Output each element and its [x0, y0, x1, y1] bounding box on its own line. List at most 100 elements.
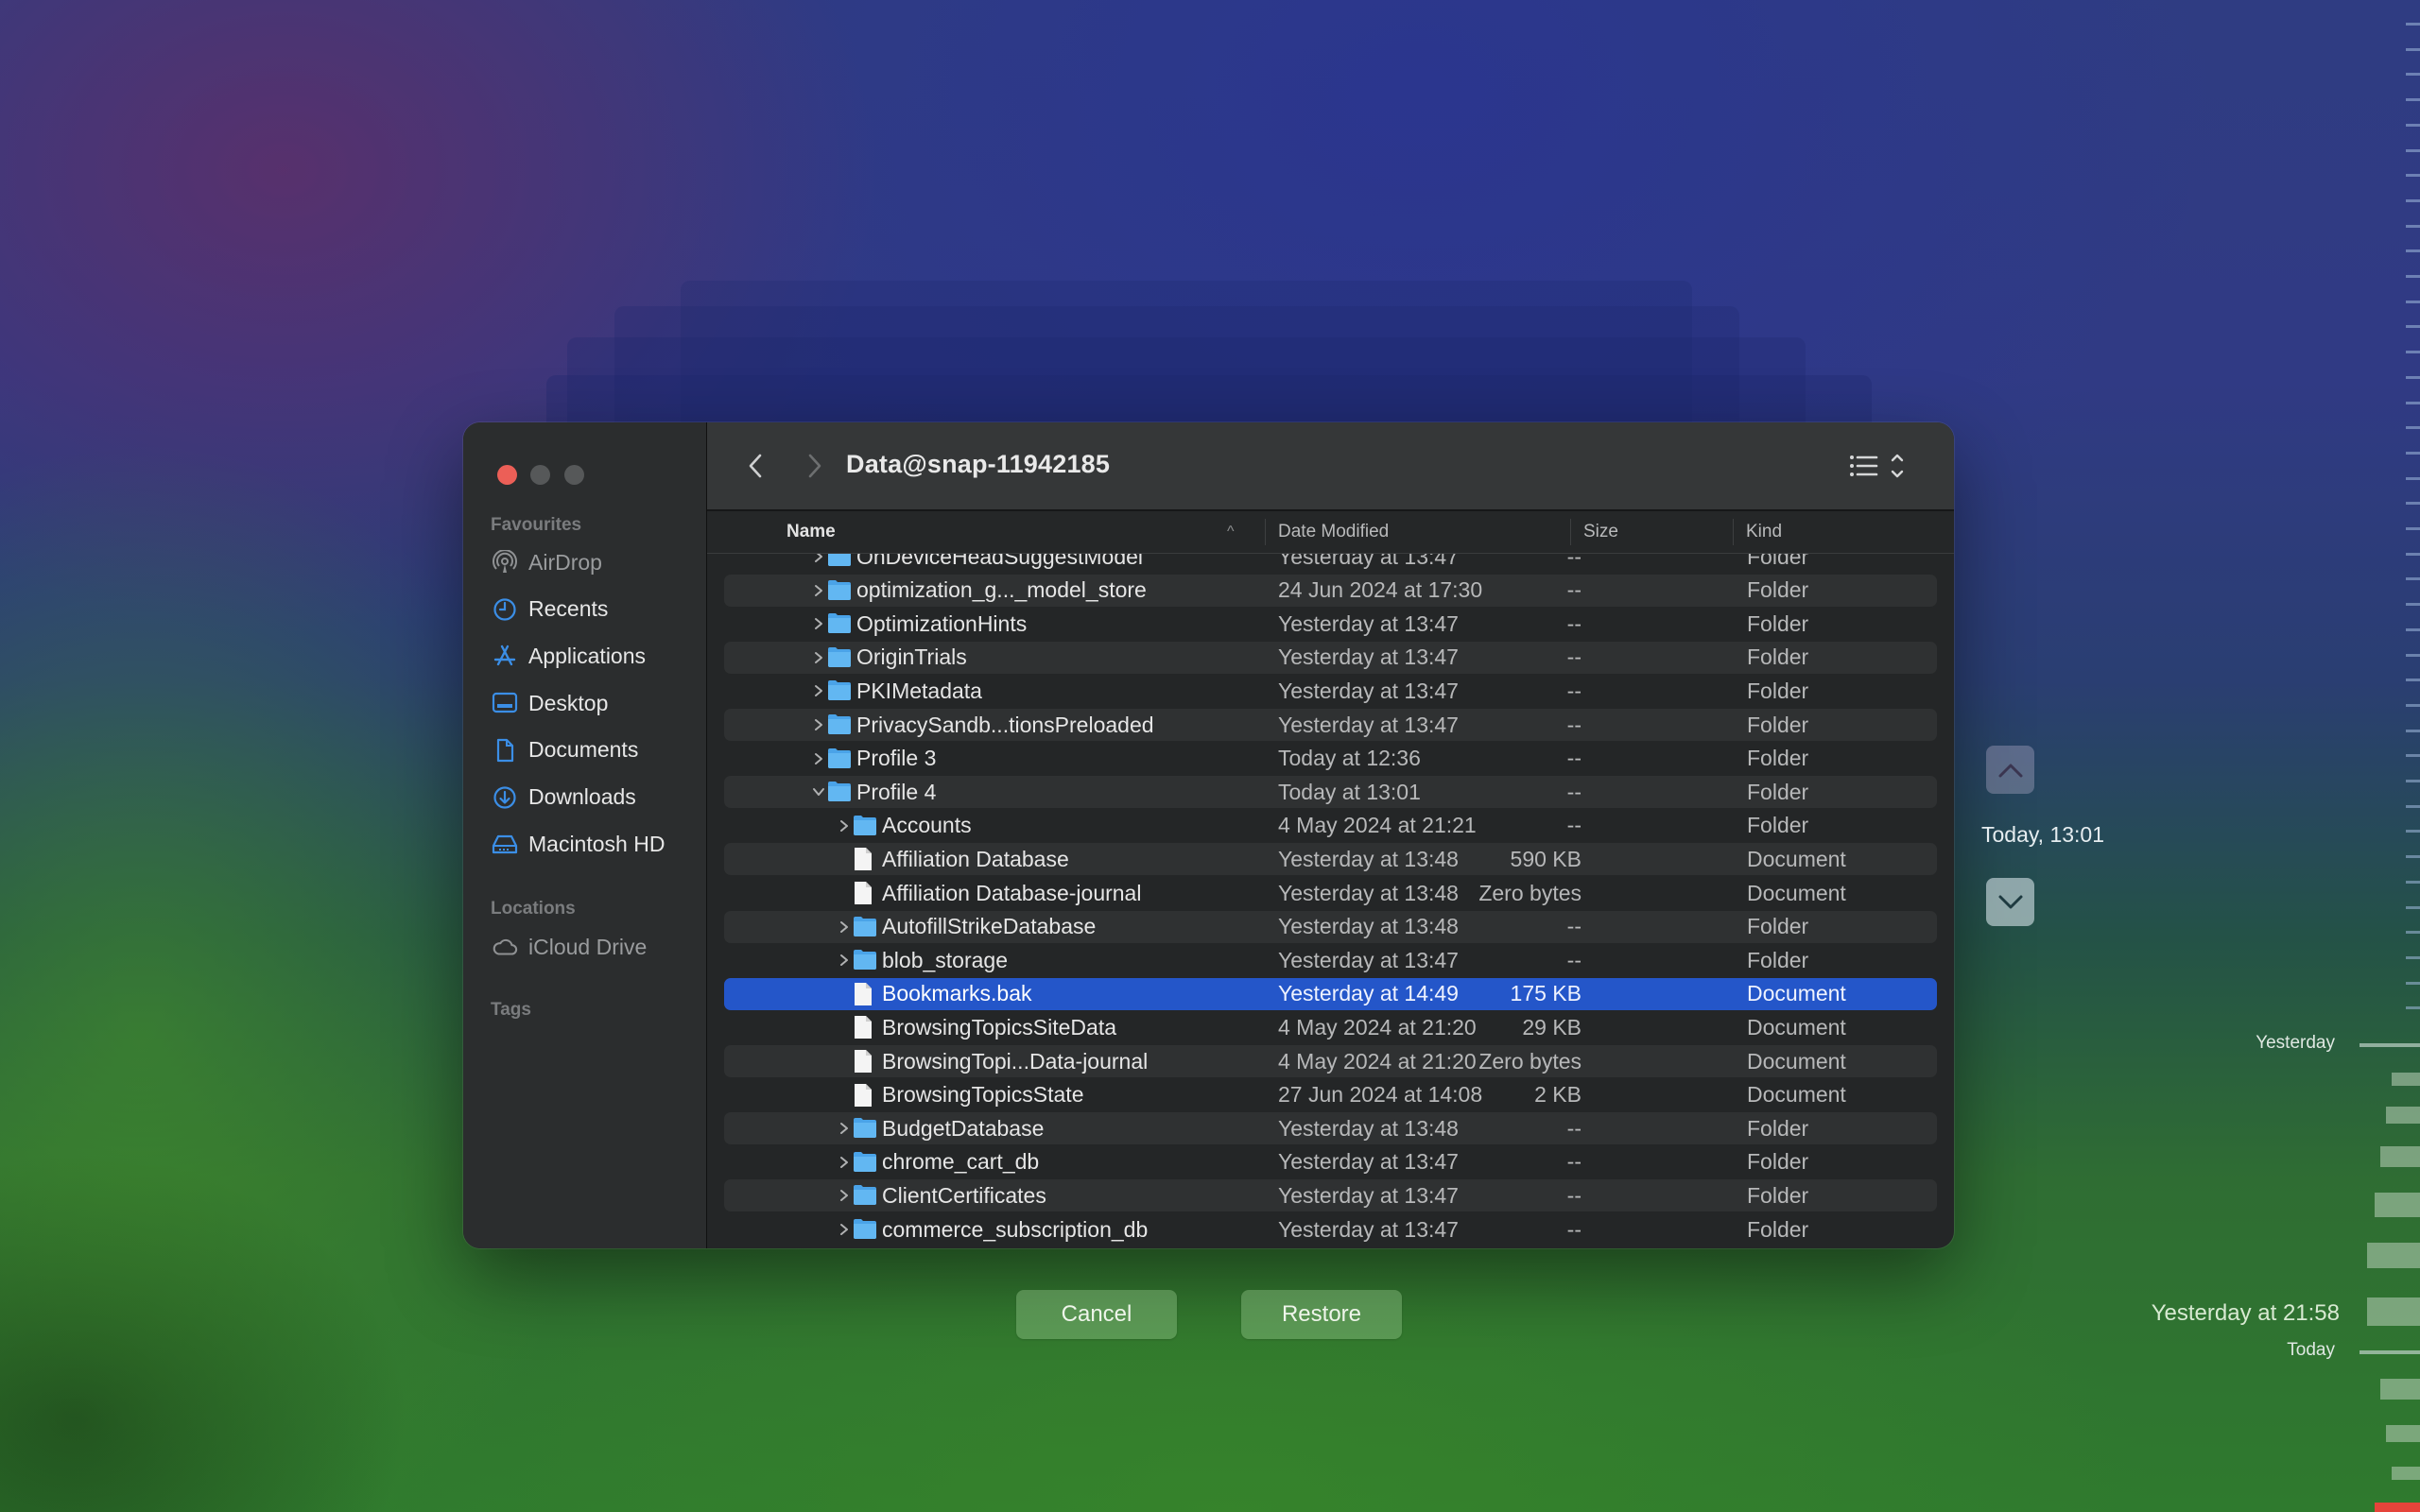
timeline-tick[interactable]	[2406, 703, 2420, 707]
timeline-tick[interactable]	[2406, 401, 2420, 404]
timeline-tick[interactable]	[2406, 275, 2420, 278]
disclosure-collapsed-icon[interactable]	[837, 810, 852, 842]
timeline-snapshot-bar[interactable]	[2392, 1073, 2420, 1086]
minimize-button[interactable]	[530, 465, 550, 485]
timeline-snapshot-bar[interactable]	[2367, 1297, 2420, 1326]
column-divider[interactable]	[1570, 519, 1571, 545]
timeline-tick[interactable]	[2406, 830, 2420, 833]
disclosure-collapsed-icon[interactable]	[837, 911, 852, 943]
timeline-tick[interactable]	[2406, 603, 2420, 607]
timeline-snapshot-bar[interactable]	[2375, 1193, 2420, 1217]
folder-row[interactable]: Profile 3 Today at 12:36 -- Folder	[724, 743, 1937, 775]
timeline-tick[interactable]	[2406, 653, 2420, 657]
disclosure-collapsed-icon[interactable]	[837, 944, 852, 976]
timeline-tick[interactable]	[2406, 931, 2420, 935]
timeline-snapshot-bar[interactable]	[2386, 1425, 2420, 1442]
timeline-tick[interactable]	[2406, 300, 2420, 303]
sidebar-item-applications[interactable]: Applications	[492, 637, 695, 675]
disclosure-expanded-icon[interactable]	[811, 776, 826, 808]
file-row[interactable]: BrowsingTopi...Data-journal 4 May 2024 at…	[724, 1045, 1937, 1077]
folder-row[interactable]: Profile 4 Today at 13:01 -- Folder	[724, 776, 1937, 809]
disclosure-collapsed-icon[interactable]	[811, 642, 826, 674]
timeline-tick[interactable]	[2406, 249, 2420, 253]
sidebar-item-macintosh-hd[interactable]: Macintosh HD	[492, 825, 695, 863]
timeline-tick[interactable]	[2406, 351, 2420, 354]
folder-row[interactable]: OnDeviceHeadSuggestModel Yesterday at 13:…	[724, 554, 1937, 573]
folder-row[interactable]: PrivacySandb...tionsPreloaded Yesterday a…	[724, 709, 1937, 741]
timeline-tick[interactable]	[2406, 729, 2420, 732]
column-divider[interactable]	[1265, 519, 1266, 545]
timeline-tick[interactable]	[2406, 148, 2420, 152]
folder-row[interactable]: AutofillStrikeDatabase Yesterday at 13:48…	[724, 910, 1937, 943]
sidebar-item-desktop[interactable]: Desktop	[492, 684, 695, 722]
column-kind[interactable]: Kind	[1746, 511, 1782, 553]
timeline-tick[interactable]	[2406, 679, 2420, 682]
timeline-snapshot-bar[interactable]	[2392, 1467, 2420, 1480]
timeline-tick[interactable]	[2406, 23, 2420, 26]
timeline-tick[interactable]	[2406, 47, 2420, 51]
timeline-tick[interactable]	[2406, 577, 2420, 581]
timeline-tick[interactable]	[2406, 527, 2420, 530]
timeline-tick[interactable]	[2406, 325, 2420, 329]
timeline-tick[interactable]	[2406, 627, 2420, 631]
sidebar-item-recents[interactable]: Recents	[492, 591, 695, 628]
restore-button[interactable]: Restore	[1241, 1290, 1402, 1339]
file-row[interactable]: Affiliation Database-journal Yesterday at…	[724, 877, 1937, 909]
sidebar-item-icloud-drive[interactable]: iCloud Drive	[492, 928, 695, 966]
back-button[interactable]	[740, 447, 770, 485]
file-row[interactable]: BrowsingTopicsState 27 Jun 2024 at 14:08 2…	[724, 1079, 1937, 1111]
disclosure-collapsed-icon[interactable]	[811, 709, 826, 741]
column-size[interactable]: Size	[1583, 511, 1618, 553]
disclosure-collapsed-icon[interactable]	[811, 575, 826, 607]
folder-row[interactable]: BudgetDatabase Yesterday at 13:48 -- Folder	[724, 1112, 1937, 1145]
timeline-now-marker[interactable]	[2375, 1503, 2420, 1512]
timeline-tick[interactable]	[2406, 981, 2420, 985]
timeline-tick[interactable]	[2406, 754, 2420, 758]
timeline-tick[interactable]	[2406, 1006, 2420, 1010]
timeline-tick[interactable]	[2406, 98, 2420, 102]
timeline-tick[interactable]	[2406, 174, 2420, 178]
timeline-tick[interactable]	[2406, 123, 2420, 127]
folder-row[interactable]: chrome_cart_db Yesterday at 13:47 -- Folder	[724, 1146, 1937, 1178]
column-name[interactable]: Name	[786, 511, 836, 553]
close-button[interactable]	[497, 465, 517, 485]
timeline-tick[interactable]	[2406, 451, 2420, 455]
view-options-button[interactable]	[1849, 447, 1911, 485]
timeline-tick[interactable]	[2406, 224, 2420, 228]
folder-row[interactable]: Accounts 4 May 2024 at 21:21 -- Folder	[724, 810, 1937, 842]
folder-row[interactable]: blob_storage Yesterday at 13:47 -- Folder	[724, 944, 1937, 976]
timeline-tick[interactable]	[2406, 880, 2420, 884]
timeline-tick[interactable]	[2406, 905, 2420, 909]
disclosure-collapsed-icon[interactable]	[837, 1112, 852, 1144]
timeline-tick[interactable]	[2406, 375, 2420, 379]
timeline-tick[interactable]	[2406, 73, 2420, 77]
folder-row[interactable]: ClientCertificates Yesterday at 13:47 -- Fo…	[724, 1179, 1937, 1212]
zoom-button[interactable]	[564, 465, 584, 485]
disclosure-collapsed-icon[interactable]	[811, 608, 826, 640]
timeline-snapshot-bar[interactable]	[2367, 1243, 2420, 1268]
timeline-tick[interactable]	[2406, 804, 2420, 808]
column-date-modified[interactable]: Date Modified	[1278, 511, 1389, 553]
timeline-tick[interactable]	[2406, 955, 2420, 959]
previous-snapshot-button[interactable]	[1986, 746, 2034, 794]
forward-button[interactable]	[800, 447, 830, 485]
next-snapshot-button[interactable]	[1986, 878, 2034, 926]
folder-row[interactable]: OriginTrials Yesterday at 13:47 -- Folder	[724, 641, 1937, 674]
timeline-tick[interactable]	[2406, 855, 2420, 859]
disclosure-collapsed-icon[interactable]	[837, 1179, 852, 1211]
file-row[interactable]: Bookmarks.bak Yesterday at 14:49 175 KB Doc…	[724, 977, 1937, 1010]
timeline-marker-today[interactable]	[2360, 1350, 2420, 1354]
timeline-snapshot-bar[interactable]	[2386, 1107, 2420, 1124]
disclosure-collapsed-icon[interactable]	[811, 743, 826, 775]
timeline-tick[interactable]	[2406, 780, 2420, 782]
timeline-tick[interactable]	[2406, 426, 2420, 430]
cancel-button[interactable]: Cancel	[1016, 1290, 1177, 1339]
folder-row[interactable]: OptimizationHints Yesterday at 13:47 -- Fol…	[724, 608, 1937, 640]
file-row[interactable]: Affiliation Database Yesterday at 13:48 59…	[724, 843, 1937, 876]
folder-row[interactable]: PKIMetadata Yesterday at 13:47 -- Folder	[724, 675, 1937, 707]
timeline-tick[interactable]	[2406, 502, 2420, 506]
timeline-marker-yesterday[interactable]	[2360, 1043, 2420, 1047]
folder-row[interactable]: optimization_g..._model_store 24 Jun 2024…	[724, 574, 1937, 607]
timeline-snapshot-bar[interactable]	[2380, 1379, 2420, 1400]
sidebar-item-documents[interactable]: Documents	[492, 731, 695, 769]
